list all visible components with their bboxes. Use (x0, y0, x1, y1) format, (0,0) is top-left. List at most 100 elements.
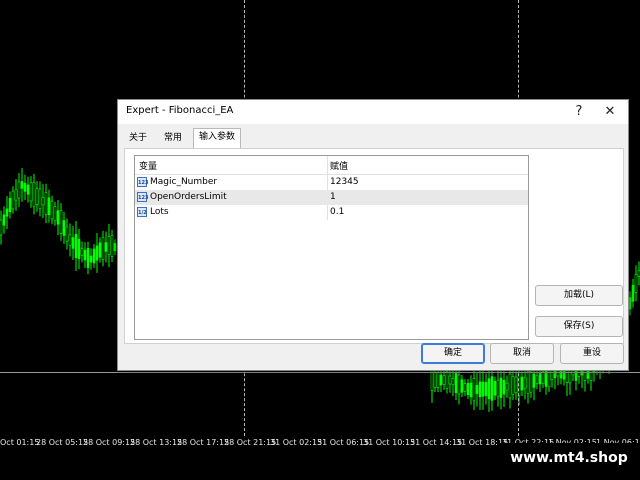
load-button[interactable]: 加载(L) (535, 285, 623, 306)
candle (29, 176, 33, 208)
time-axis-label: 28 Oct 09:15 (83, 438, 136, 447)
candle (511, 370, 515, 401)
ok-button[interactable]: 确定 (421, 343, 485, 364)
time-axis-label: 28 Oct 17:15 (177, 438, 230, 447)
candle (460, 374, 464, 398)
tab-inputs[interactable]: 输入参数 (193, 128, 241, 149)
dialog-title: Expert - Fibonacci_EA (126, 105, 234, 116)
candle (535, 370, 539, 390)
candle (86, 241, 90, 275)
integer-type-icon: 123 (137, 177, 148, 187)
time-axis-label: 31 Oct 10:15 (363, 438, 416, 447)
candle (472, 369, 476, 411)
candle (62, 212, 66, 244)
time-axis-label: 28 Oct 05:15 (36, 438, 89, 447)
reset-button[interactable]: 重设 (560, 343, 624, 364)
candle (631, 279, 635, 308)
candle (475, 372, 479, 407)
candle (38, 181, 42, 217)
column-header-value[interactable]: 赋值 (330, 159, 348, 172)
expert-properties-dialog: Expert - Fibonacci_EA ? ✕ 关于 常用 输入参数 变量 … (117, 99, 629, 371)
time-axis-label: 31 Oct 06:15 (317, 438, 370, 447)
candle (14, 179, 18, 211)
candle (11, 186, 15, 214)
help-button[interactable]: ? (566, 102, 592, 122)
candle (32, 173, 36, 215)
candle (107, 223, 111, 268)
dialog-titlebar[interactable]: Expert - Fibonacci_EA ? ✕ (118, 100, 628, 124)
candle (493, 376, 497, 401)
time-axis-label: 31 Oct 02:15 (270, 438, 323, 447)
candle (466, 378, 470, 400)
save-button[interactable]: 保存(S) (535, 316, 623, 337)
parameter-value[interactable]: 0.1 (330, 207, 344, 217)
candle (35, 181, 39, 212)
candle (628, 291, 632, 316)
double-type-icon: 1/2 (137, 207, 147, 217)
candle (484, 373, 488, 405)
candle (469, 375, 473, 405)
candle (23, 174, 27, 200)
candle (502, 367, 506, 408)
table-row[interactable]: 123 Magic_Number 12345 (135, 175, 528, 190)
candle (98, 237, 102, 263)
candle (20, 168, 24, 202)
candle (74, 221, 78, 271)
candle (68, 223, 72, 257)
candle (104, 231, 108, 263)
candle (478, 368, 482, 410)
time-axis-label: Oct 01:15 (0, 438, 40, 447)
parameter-value[interactable]: 1 (330, 192, 336, 202)
time-axis-label: 28 Oct 13:15 (130, 438, 183, 447)
candle (92, 244, 96, 268)
candle (44, 183, 48, 224)
grid-header: 变量 赋值 (135, 156, 528, 175)
candle (41, 184, 45, 219)
candle (17, 173, 21, 207)
candle (83, 242, 87, 268)
parameter-name: Lots (150, 207, 169, 217)
candle (56, 199, 60, 236)
input-parameters-grid: 变量 赋值 123 Magic_Number 12345 123 OpenOrd… (134, 155, 529, 340)
integer-type-icon: 123 (137, 192, 148, 202)
column-header-variable[interactable]: 变量 (139, 159, 157, 172)
close-button[interactable]: ✕ (597, 102, 623, 122)
cancel-button[interactable]: 取消 (490, 343, 554, 364)
candle (514, 369, 518, 400)
table-row[interactable]: 1/2 Lots 0.1 (135, 205, 528, 220)
tab-about[interactable]: 关于 (124, 130, 152, 147)
candle (47, 189, 51, 223)
candle (634, 265, 638, 302)
parameter-name: Magic_Number (150, 177, 218, 187)
candle (442, 370, 446, 390)
candle (80, 241, 84, 263)
parameter-name: OpenOrdersLimit (150, 192, 227, 202)
candle (59, 203, 63, 241)
horizontal-line (0, 372, 640, 373)
candle (5, 196, 9, 229)
candle (0, 210, 3, 245)
watermark-text: www.mt4.shop (498, 443, 640, 473)
candle (50, 195, 54, 225)
candle (463, 379, 467, 396)
time-axis-label: 28 Oct 21:15 (224, 438, 277, 447)
time-axis-label: 31 Oct 14:15 (410, 438, 463, 447)
candle (101, 230, 105, 267)
candle (520, 371, 524, 396)
candle (2, 206, 6, 234)
candle (8, 191, 12, 219)
parameter-value[interactable]: 12345 (330, 177, 359, 187)
candle (53, 201, 57, 226)
candle (65, 218, 69, 250)
candle (71, 225, 75, 261)
tab-panel-inputs: 变量 赋值 123 Magic_Number 12345 123 OpenOrd… (124, 148, 624, 344)
tab-common[interactable]: 常用 (158, 130, 188, 147)
candle (113, 239, 117, 256)
candle (481, 368, 485, 410)
candle (110, 229, 114, 263)
candle (505, 375, 509, 398)
candle (496, 369, 500, 407)
candle (26, 176, 30, 203)
candle (95, 233, 99, 273)
table-row[interactable]: 123 OpenOrdersLimit 1 (135, 190, 528, 205)
